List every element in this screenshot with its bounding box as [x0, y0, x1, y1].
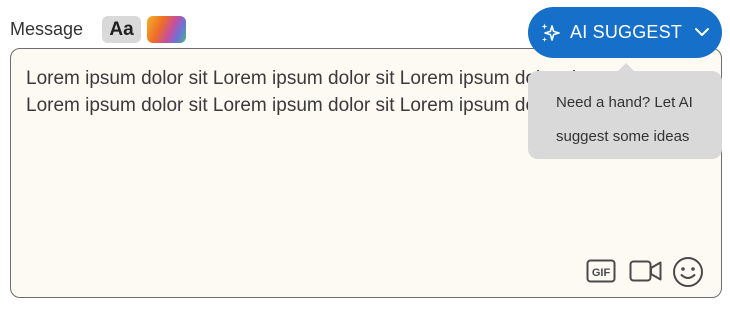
ai-suggest-button[interactable]: AI SUGGEST	[528, 7, 722, 58]
color-picker-button[interactable]	[147, 16, 186, 43]
svg-text:GIF: GIF	[592, 267, 611, 279]
text-format-button[interactable]: Aa	[102, 16, 141, 43]
gif-icon[interactable]: GIF	[586, 258, 616, 284]
message-composer: Message Aa Lorem ipsum dolor sit Lorem i…	[0, 0, 730, 312]
ai-suggest-tooltip: Need a hand? Let AI suggest some ideas	[528, 63, 722, 159]
video-icon[interactable]	[629, 258, 663, 284]
message-label: Message	[10, 19, 84, 39]
sparkle-icon	[540, 22, 562, 44]
ai-suggest-main[interactable]: AI SUGGEST	[528, 7, 684, 58]
emoji-icon[interactable]	[671, 255, 705, 289]
tooltip-text: Need a hand? Let AI suggest some ideas	[556, 94, 693, 145]
chevron-down-icon[interactable]	[692, 22, 712, 42]
ai-suggest-label: AI SUGGEST	[570, 22, 683, 42]
